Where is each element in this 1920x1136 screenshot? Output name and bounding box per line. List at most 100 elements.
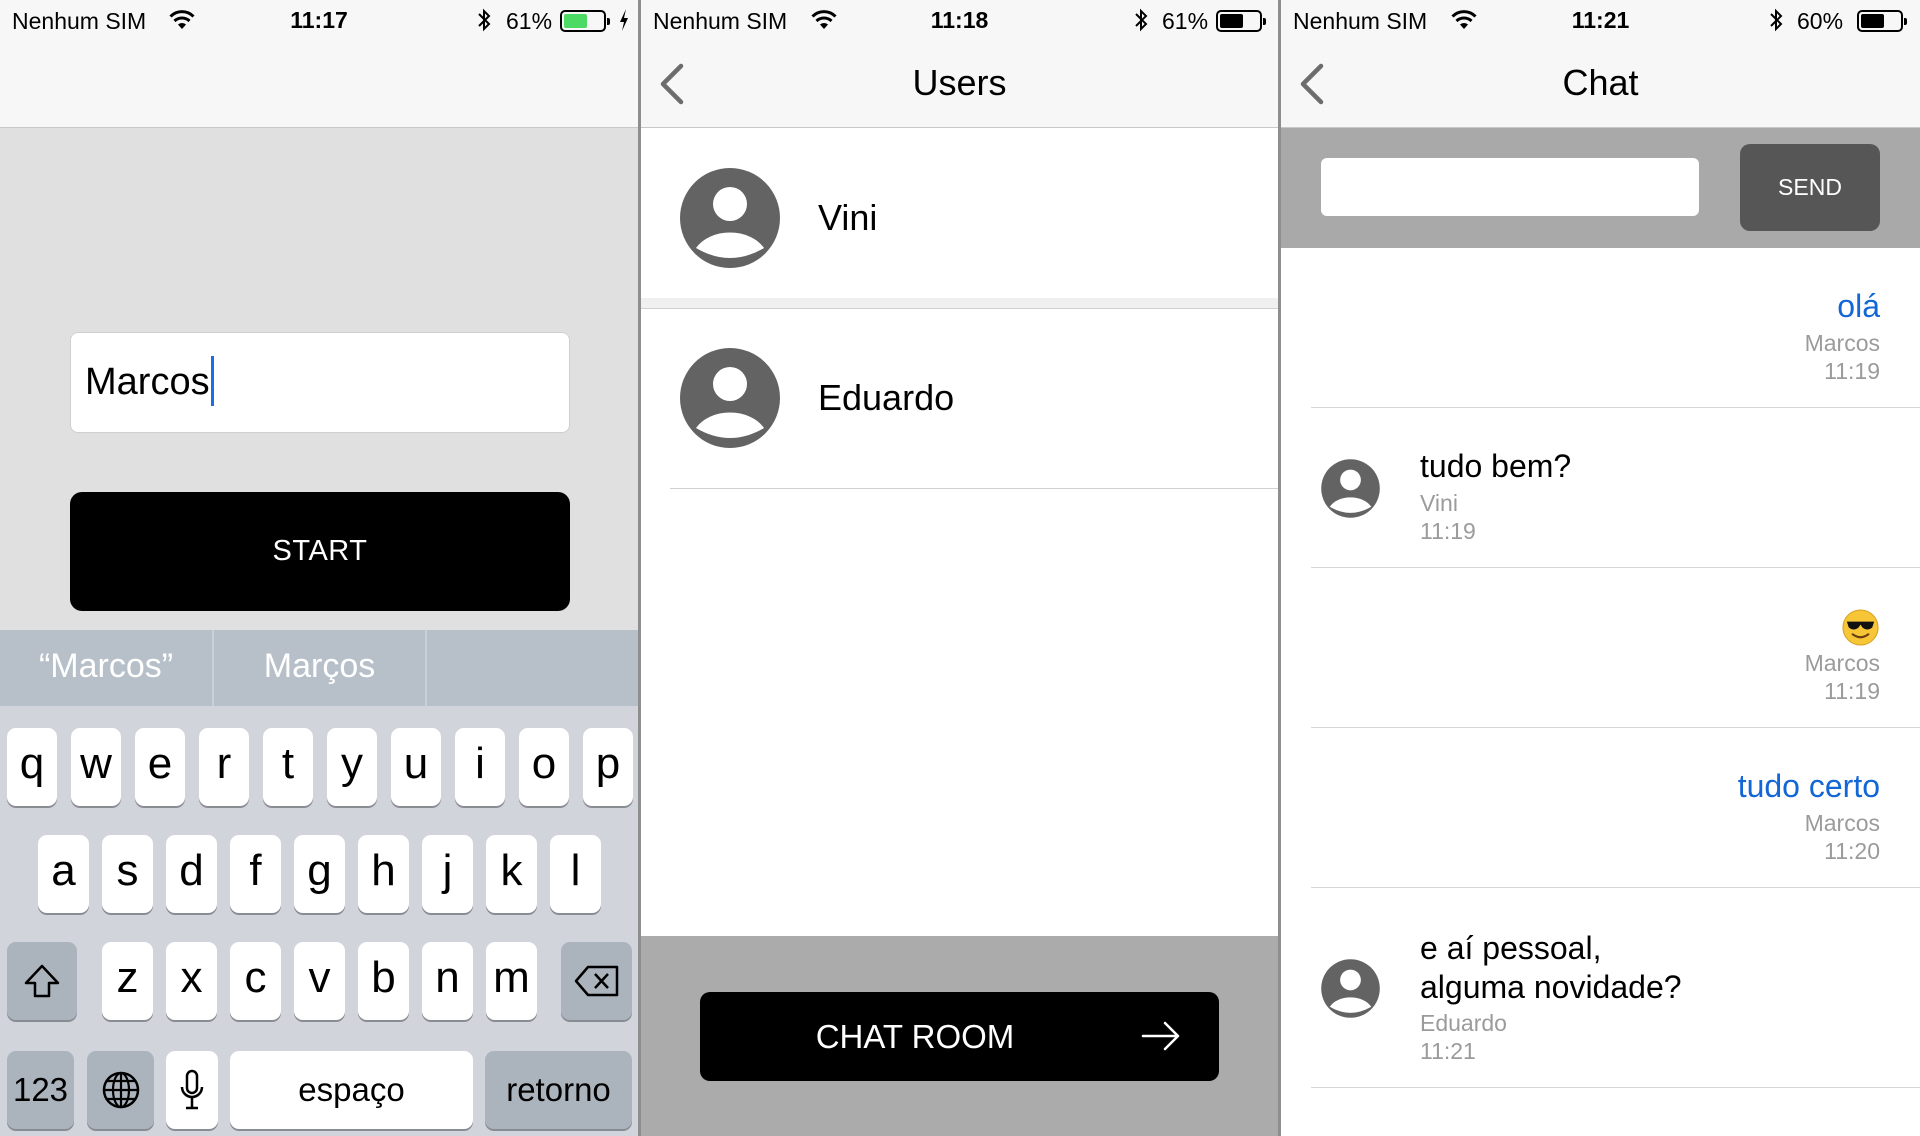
message-author: Eduardo [1420,1010,1507,1036]
login-screen: Nenhum SIM 11:17 61% Marcos START “Marco… [0,0,638,1136]
key-w[interactable]: w [71,728,121,806]
status-bar: Nenhum SIM 11:18 61% [641,0,1278,40]
message-divider [1311,407,1920,408]
message-text: tudo bem? [1420,448,1572,484]
suggestion-item[interactable] [427,630,638,706]
return-key[interactable]: retorno [485,1051,632,1129]
charging-bolt-icon [620,9,628,31]
name-input-value: Marcos [85,361,210,403]
key-f[interactable]: f [230,835,281,913]
suggestion-bar: “Marcos” Marços [0,630,638,706]
users-screen: Users Nenhum SIM 11:18 61% Vini Eduardo … [641,0,1278,1136]
key-e[interactable]: e [135,728,185,806]
message-divider [1311,887,1920,888]
row-divider [641,298,1278,308]
key-g[interactable]: g [294,835,345,913]
send-button[interactable]: SEND [1740,144,1880,231]
key-n[interactable]: n [422,942,473,1020]
key-m[interactable]: m [486,942,537,1020]
message-divider [1311,1087,1920,1088]
key-i[interactable]: i [455,728,505,806]
message-author: Vini [1420,490,1458,516]
start-button[interactable]: START [70,492,570,611]
space-key[interactable]: espaço [230,1051,473,1129]
key-x[interactable]: x [166,942,217,1020]
keyboard: “Marcos” Marços qwertyuiop asdfghjkl zxc… [0,630,638,1136]
compose-bar: SEND [1281,128,1920,248]
globe-key[interactable] [87,1051,154,1129]
key-q[interactable]: q [7,728,57,806]
smiling-face-with-sunglasses-icon [1842,609,1879,646]
suggestion-item[interactable]: Marços [214,630,425,706]
chat-screen: Chat Nenhum SIM 11:21 60% SEND olá Marco… [1281,0,1920,1136]
user-row-vini[interactable]: Vini [641,129,1278,301]
key-u[interactable]: u [391,728,441,806]
bluetooth-icon [1770,8,1783,32]
key-d[interactable]: d [166,835,217,913]
message-text: tudo certo [1737,768,1880,804]
key-s[interactable]: s [102,835,153,913]
avatar [680,168,780,268]
message-input[interactable] [1321,158,1699,216]
bluetooth-icon [478,8,491,32]
name-input[interactable]: Marcos [70,332,570,433]
key-o[interactable]: o [519,728,569,806]
user-silhouette-icon [682,350,778,446]
battery-icon [560,10,610,32]
numbers-key[interactable]: 123 [7,1051,74,1129]
suggestion-item[interactable]: “Marcos” [0,630,212,706]
key-v[interactable]: v [294,942,345,1020]
key-b[interactable]: b [358,942,409,1020]
key-z[interactable]: z [102,942,153,1020]
shift-key[interactable] [7,942,77,1020]
chat-room-button[interactable]: CHAT ROOM [700,992,1219,1081]
message-author: Marcos [1804,330,1880,356]
message-time: 11:19 [1824,358,1880,384]
status-bar: Nenhum SIM 11:21 60% [1281,0,1920,40]
microphone-key[interactable] [166,1051,218,1129]
battery-icon [1216,10,1266,32]
message-text-line: alguma novidade? [1420,969,1682,1005]
key-j[interactable]: j [422,835,473,913]
user-silhouette-icon [682,170,778,266]
message-text: olá [1837,288,1880,324]
message-time: 11:19 [1420,518,1476,544]
battery-icon [1857,10,1907,32]
page-title: Chat [1562,62,1639,103]
status-bar: Nenhum SIM 11:17 61% [0,0,638,40]
backspace-key[interactable] [561,942,632,1020]
battery-percent: 60% [1797,8,1844,34]
backspace-icon [574,965,618,997]
user-name: Vini [818,197,878,238]
message-time: 11:20 [1824,838,1880,864]
key-t[interactable]: t [263,728,313,806]
battery-fill [1861,14,1884,28]
page-title: Users [912,62,1007,103]
key-a[interactable]: a [38,835,89,913]
arrow-right-icon [1141,1021,1180,1051]
key-p[interactable]: p [583,728,633,806]
key-c[interactable]: c [230,942,281,1020]
key-h[interactable]: h [358,835,409,913]
microphone-icon [180,1069,204,1110]
text-caret [210,355,214,406]
user-row-eduardo[interactable]: Eduardo [641,309,1278,481]
battery-percent: 61% [506,8,553,34]
user-name: Eduardo [818,377,955,418]
bottom-toolbar: CHAT ROOM [641,936,1278,1136]
message-author: Marcos [1804,650,1880,676]
user-avatar-icon [1321,459,1380,518]
key-y[interactable]: y [327,728,377,806]
message-divider [1311,567,1920,568]
message-time: 11:21 [1420,1038,1476,1064]
message-author: Marcos [1804,810,1880,836]
message-text-line: e aí pessoal, [1420,930,1602,966]
shift-icon [24,964,60,998]
key-k[interactable]: k [486,835,537,913]
chat-room-label: CHAT ROOM [815,1018,1015,1055]
key-l[interactable]: l [550,835,601,913]
login-form: Marcos START [0,128,638,630]
avatar [680,348,780,448]
message-divider [1311,727,1920,728]
key-r[interactable]: r [199,728,249,806]
